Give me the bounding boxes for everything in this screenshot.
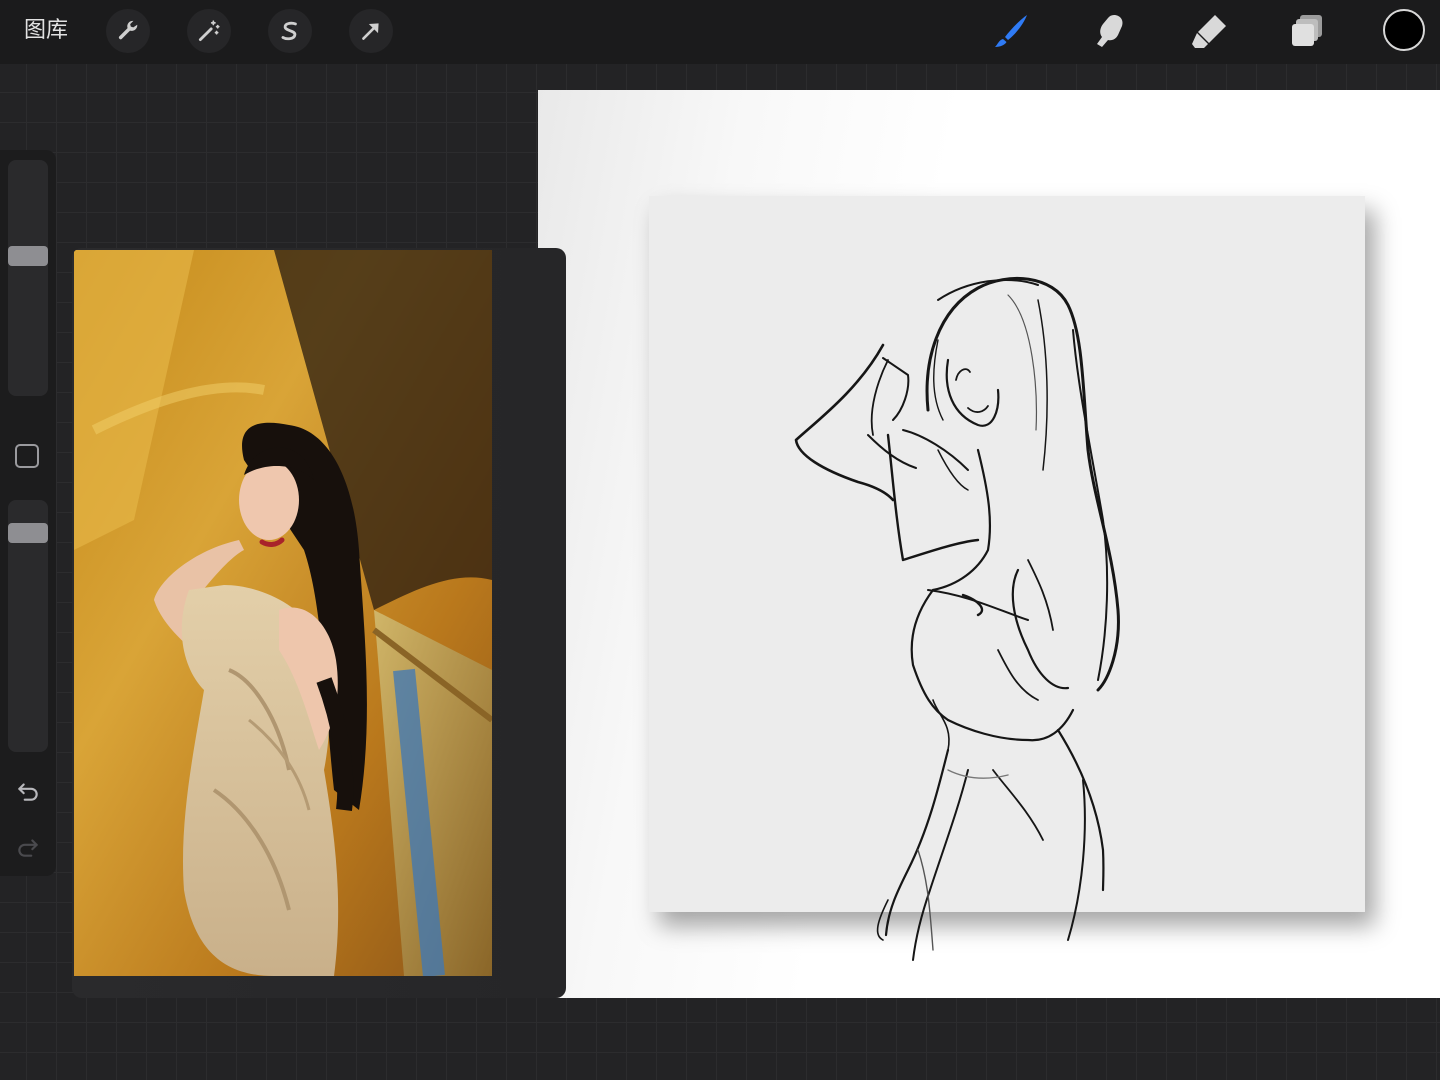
opacity-slider[interactable] [8, 500, 48, 752]
left-sidebar [0, 150, 56, 876]
redo-button[interactable] [12, 831, 44, 863]
eraser-tool-button[interactable] [1186, 8, 1232, 54]
brush-icon [995, 15, 1027, 47]
figure-sketch [794, 276, 1120, 961]
brush-size-slider-thumb[interactable] [8, 246, 48, 266]
brush-tool-button[interactable] [988, 8, 1034, 54]
eraser-icon [1192, 15, 1226, 48]
transform-button[interactable] [349, 9, 393, 53]
actions-button[interactable] [106, 9, 150, 53]
undo-icon [18, 783, 38, 801]
wrench-icon [118, 20, 138, 40]
adjustments-button[interactable] [187, 9, 231, 53]
gallery-button[interactable]: 图库 [24, 14, 68, 48]
undo-button[interactable] [12, 775, 44, 807]
drawing-canvas[interactable] [538, 90, 1440, 998]
layers-tool-button[interactable] [1285, 8, 1331, 54]
modify-button[interactable] [15, 444, 39, 468]
selection-button[interactable] [268, 9, 312, 53]
layers-icon [1292, 15, 1322, 46]
color-picker-button[interactable] [1383, 9, 1425, 51]
smudge-tool-button[interactable] [1087, 8, 1133, 54]
top-toolbar: 图库 [0, 0, 1440, 64]
magic-wand-icon [198, 20, 220, 42]
reference-window[interactable] [72, 248, 566, 998]
procreate-app: 图库 [0, 0, 1440, 1080]
opacity-slider-thumb[interactable] [8, 523, 48, 543]
redo-icon [18, 839, 38, 857]
selection-s-icon [281, 21, 297, 41]
smudge-finger-icon [1097, 15, 1123, 47]
reference-photo [74, 250, 492, 976]
arrow-cursor-icon [362, 23, 379, 40]
brush-size-slider[interactable] [8, 160, 48, 396]
